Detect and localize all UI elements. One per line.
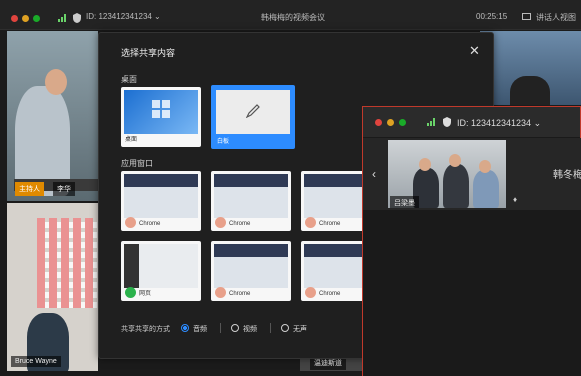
wechat-icon <box>125 287 136 298</box>
window-preview <box>124 244 198 288</box>
signal-icon <box>427 118 435 126</box>
radio-mute-label: 无声 <box>293 326 307 333</box>
minimize-window-icon[interactable] <box>22 15 29 22</box>
share-desktop-option[interactable]: 桌面 <box>121 87 201 147</box>
section-windows-heading: 应用窗口 <box>121 159 153 168</box>
active-speaker-name: 韩冬梅 <box>553 170 581 181</box>
maximize-window-icon[interactable] <box>33 15 40 22</box>
participant-head <box>479 160 491 173</box>
window-preview <box>214 244 288 288</box>
windows-logo-icon <box>152 100 170 118</box>
share-whiteboard-option[interactable]: 白板 <box>211 85 295 149</box>
divider <box>270 323 271 333</box>
participant-video[interactable]: 吕梁墨 <box>388 140 506 208</box>
participant-body <box>510 76 550 105</box>
participant-name-tag: Bruce Wayne <box>11 356 61 367</box>
chevron-left-icon[interactable]: ‹ <box>372 167 376 181</box>
minimize-window-icon[interactable] <box>387 119 394 126</box>
signal-icon <box>58 14 66 22</box>
option-label: Chrome <box>229 221 251 227</box>
option-label: 网页 <box>139 291 152 297</box>
section-desktop-heading: 桌面 <box>121 75 137 84</box>
window-preview <box>214 174 288 218</box>
participant-head <box>419 158 431 171</box>
avatar-icon <box>215 287 226 298</box>
participant-head <box>449 154 461 167</box>
meeting-id[interactable]: ID: 123412341234 ⌄ <box>457 118 541 129</box>
participant-body <box>473 170 499 208</box>
close-window-icon[interactable] <box>375 119 382 126</box>
radio-audio-label: 音频 <box>193 326 207 333</box>
mini-window-body <box>363 210 581 376</box>
window-preview <box>124 174 198 218</box>
close-icon[interactable]: ✕ <box>469 43 480 59</box>
grid-view-icon <box>522 13 531 20</box>
host-badge: 主持人 <box>15 182 44 196</box>
radio-audio[interactable] <box>181 324 189 332</box>
mini-window-title-bar: ID: 123412341234 ⌄ <box>363 107 580 137</box>
avatar-icon <box>305 287 316 298</box>
option-label: Chrome <box>139 221 161 227</box>
avatar-icon <box>125 217 136 228</box>
radio-video-label: 视频 <box>243 326 257 333</box>
share-window-option[interactable]: 网页 <box>121 241 201 301</box>
close-window-icon[interactable] <box>11 15 18 22</box>
sticky-notes <box>37 218 97 308</box>
share-window-option[interactable]: Chrome <box>121 171 201 231</box>
shield-icon[interactable] <box>73 13 81 23</box>
option-label: Chrome <box>319 291 341 297</box>
whiteboard-preview <box>216 90 290 134</box>
option-label: 桌面 <box>125 137 138 143</box>
mic-icon: ♦ <box>513 195 518 204</box>
dialog-title: 选择共享内容 <box>121 48 176 58</box>
desktop-preview <box>124 90 198 134</box>
option-label: Chrome <box>319 221 341 227</box>
option-label: Chrome <box>229 291 251 297</box>
divider <box>220 323 221 333</box>
share-window-option[interactable]: Chrome <box>211 241 291 301</box>
participant-name-tag: 李华 <box>53 182 75 196</box>
avatar-icon <box>215 217 226 228</box>
pen-icon <box>246 104 260 118</box>
video-tile-whiteboard[interactable]: Bruce Wayne <box>7 203 98 371</box>
radio-mute[interactable] <box>281 324 289 332</box>
maximize-window-icon[interactable] <box>399 119 406 126</box>
mini-meeting-window[interactable]: ID: 123412341234 ⌄ ‹ 吕梁墨 ♦ 韩冬梅 <box>362 106 581 376</box>
meeting-id[interactable]: ID: 123412341234 ⌄ <box>86 12 161 21</box>
shield-icon[interactable] <box>443 117 451 127</box>
video-tile-right[interactable] <box>480 31 581 105</box>
meeting-title: 韩梅梅的视频会议 <box>261 13 325 22</box>
video-tile-host[interactable]: 主持人 李华 <box>7 31 98 201</box>
meeting-title-bar: ID: 123412341234 ⌄ 韩梅梅的视频会议 00:25:15 讲话人… <box>0 0 581 30</box>
participant-head <box>45 69 67 95</box>
participant-body <box>443 164 469 208</box>
audio-share-label: 共享共享的方式 <box>121 326 170 333</box>
avatar-icon <box>305 217 316 228</box>
share-window-option[interactable]: Chrome <box>211 171 291 231</box>
option-label: 白板 <box>217 139 230 145</box>
meeting-timer: 00:25:15 <box>476 12 508 21</box>
radio-video[interactable] <box>231 324 239 332</box>
view-toggle-button[interactable]: 讲话人视图 <box>536 12 576 23</box>
participant-name-tag: 吕梁墨 <box>390 196 419 208</box>
